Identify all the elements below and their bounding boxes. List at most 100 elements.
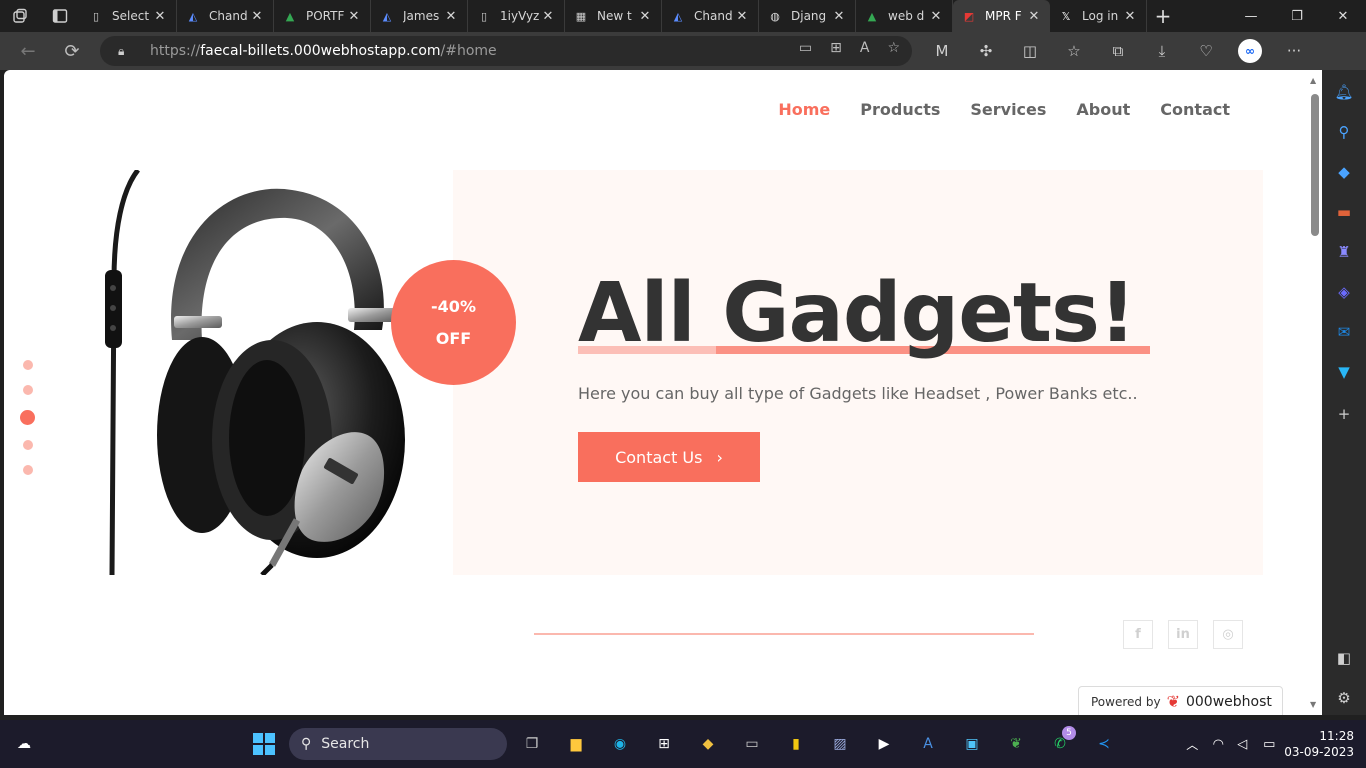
git-icon[interactable]: ◆ [694, 730, 722, 758]
facebook-icon[interactable]: f [1123, 620, 1153, 649]
browser-tab[interactable]: ◭ Chand ✕ [177, 0, 274, 32]
mongodb-icon[interactable]: ❦ [1002, 730, 1030, 758]
slider-dot-active[interactable] [20, 410, 35, 425]
extension-m-icon[interactable]: M [920, 42, 964, 60]
task-view-icon[interactable]: ❐ [518, 730, 546, 758]
browser-tab[interactable]: ▲ web d ✕ [856, 0, 953, 32]
workspaces-icon[interactable] [0, 0, 40, 32]
instagram-icon[interactable]: ◎ [1213, 620, 1243, 649]
scroll-up-icon[interactable]: ▲ [1310, 76, 1316, 85]
nav-link-services[interactable]: Services [970, 100, 1046, 119]
add-sidebar-app-icon[interactable]: + [1334, 404, 1354, 424]
drop-icon[interactable]: ▼ [1334, 362, 1354, 382]
power-bi-icon[interactable]: ▮ [782, 730, 810, 758]
extensions-icon[interactable]: ✣ [964, 42, 1008, 60]
browser-tab[interactable]: ◭ Chand ✕ [662, 0, 759, 32]
performance-icon[interactable]: ♡ [1184, 42, 1228, 60]
favorite-star-icon[interactable]: ☆ [887, 40, 900, 56]
url-path: /#home [440, 43, 497, 59]
chevron-up-icon[interactable]: ︿ [1178, 736, 1206, 753]
scroll-thumb[interactable] [1311, 94, 1319, 236]
browser-tab[interactable]: ◍ Djang ✕ [759, 0, 856, 32]
site-navigation: Home Products Services About Contact [778, 100, 1230, 119]
search-icon[interactable]: ⚲ [1334, 122, 1354, 142]
browser-tab[interactable]: ▯ 1iyVyz ✕ [468, 0, 565, 32]
battery-icon[interactable]: ▭ [1254, 737, 1284, 752]
downloads-icon[interactable]: ⤓ [1140, 42, 1184, 60]
notifications-bell-icon[interactable]: 🔔︎ [1334, 82, 1354, 102]
android-studio-icon[interactable]: A [914, 730, 942, 758]
collections-icon[interactable]: ⧉ [1096, 42, 1140, 60]
page-scrollbar[interactable]: ▲ ▼ [1308, 70, 1322, 715]
nav-link-contact[interactable]: Contact [1160, 100, 1230, 119]
terminal-icon[interactable]: ▭ [738, 730, 766, 758]
browser-tab[interactable]: ▲ PORTF ✕ [274, 0, 371, 32]
games-icon[interactable]: ♜ [1334, 242, 1354, 262]
browser-tab[interactable]: ◭ James ✕ [371, 0, 468, 32]
restore-button[interactable]: ❐ [1274, 0, 1320, 32]
settings-more-icon[interactable]: ··· [1272, 42, 1316, 60]
tab-title: Djang [791, 9, 827, 23]
wifi-icon[interactable]: ◠ [1206, 737, 1230, 752]
address-bar[interactable]: 🔒︎ https://faecal-billets.000webhostapp.… [100, 36, 912, 66]
nav-link-about[interactable]: About [1076, 100, 1130, 119]
minimize-button[interactable]: — [1228, 0, 1274, 32]
apps-icon[interactable]: ⊞ [830, 40, 842, 56]
browser-tab[interactable]: ▦ New t ✕ [565, 0, 662, 32]
browser-tab[interactable]: ◩ MPR F ✕ [953, 0, 1050, 32]
hide-sidebar-icon[interactable]: ◧ [1334, 648, 1354, 668]
taskbar-search[interactable]: ⚲ Search [289, 728, 507, 760]
close-tab-icon[interactable]: ✕ [928, 9, 944, 24]
slider-dot[interactable] [22, 440, 33, 450]
media-player-icon[interactable]: ▶ [870, 730, 898, 758]
close-tab-icon[interactable]: ✕ [831, 9, 847, 24]
linkedin-icon[interactable]: in [1168, 620, 1198, 649]
close-tab-icon[interactable]: ✕ [1026, 9, 1042, 24]
browser-tab[interactable]: 𝕏 Log in ✕ [1050, 0, 1147, 32]
slider-dot[interactable] [22, 465, 33, 475]
photos-icon[interactable]: ▨ [826, 730, 854, 758]
drive-icon: ▲ [285, 9, 295, 23]
close-tab-icon[interactable]: ✕ [734, 9, 750, 24]
profile-avatar[interactable]: ∞ [1238, 39, 1262, 63]
volume-icon[interactable]: ◁ [1230, 737, 1254, 752]
lock-icon[interactable]: 🔒︎ [118, 44, 140, 59]
copilot-icon[interactable]: ◈ [1334, 282, 1354, 302]
tab-actions-icon[interactable] [40, 0, 80, 32]
close-tab-icon[interactable]: ✕ [443, 9, 459, 24]
close-window-button[interactable]: ✕ [1320, 0, 1366, 32]
slider-dot[interactable] [22, 360, 33, 370]
close-tab-icon[interactable]: ✕ [346, 9, 362, 24]
weather-icon[interactable]: ☁ [10, 730, 38, 758]
microsoft-store-icon[interactable]: ⊞ [650, 730, 678, 758]
close-tab-icon[interactable]: ✕ [152, 9, 168, 24]
powered-by-badge[interactable]: Powered by ❦ 000webhost [1078, 686, 1283, 715]
new-tab-button[interactable]: + [1147, 0, 1179, 32]
nav-link-products[interactable]: Products [860, 100, 940, 119]
scroll-down-icon[interactable]: ▼ [1310, 700, 1316, 709]
sidebar-settings-icon[interactable]: ⚙ [1334, 688, 1354, 708]
file-explorer-icon[interactable]: ▆ [562, 730, 590, 758]
windows-start-icon[interactable] [250, 730, 278, 758]
outlook-icon[interactable]: ✉ [1334, 322, 1354, 342]
close-tab-icon[interactable]: ✕ [1122, 9, 1138, 24]
contact-us-button[interactable]: Contact Us › [578, 432, 760, 482]
close-tab-icon[interactable]: ✕ [540, 9, 556, 24]
close-tab-icon[interactable]: ✕ [637, 9, 653, 24]
edge-icon[interactable]: ◉ [606, 730, 634, 758]
clock[interactable]: 11:28 03-09-2023 [1284, 728, 1366, 760]
slider-dot[interactable] [22, 385, 33, 395]
close-tab-icon[interactable]: ✕ [249, 9, 265, 24]
back-button[interactable]: ← [6, 32, 50, 70]
nav-link-home[interactable]: Home [778, 100, 830, 119]
split-screen-icon[interactable]: ◫ [1008, 42, 1052, 60]
refresh-button[interactable]: ⟳ [50, 32, 94, 70]
vscode-icon[interactable]: ≺ [1090, 730, 1118, 758]
cast-icon[interactable]: ▭ [799, 40, 812, 56]
browser-tab[interactable]: ▯ Select ✕ [80, 0, 177, 32]
shopping-tag-icon[interactable]: ◆ [1334, 162, 1354, 182]
read-aloud-icon[interactable]: A [860, 40, 870, 56]
control-panel-icon[interactable]: ▣ [958, 730, 986, 758]
favorites-icon[interactable]: ☆ [1052, 42, 1096, 60]
tools-briefcase-icon[interactable]: ▬ [1334, 202, 1354, 222]
